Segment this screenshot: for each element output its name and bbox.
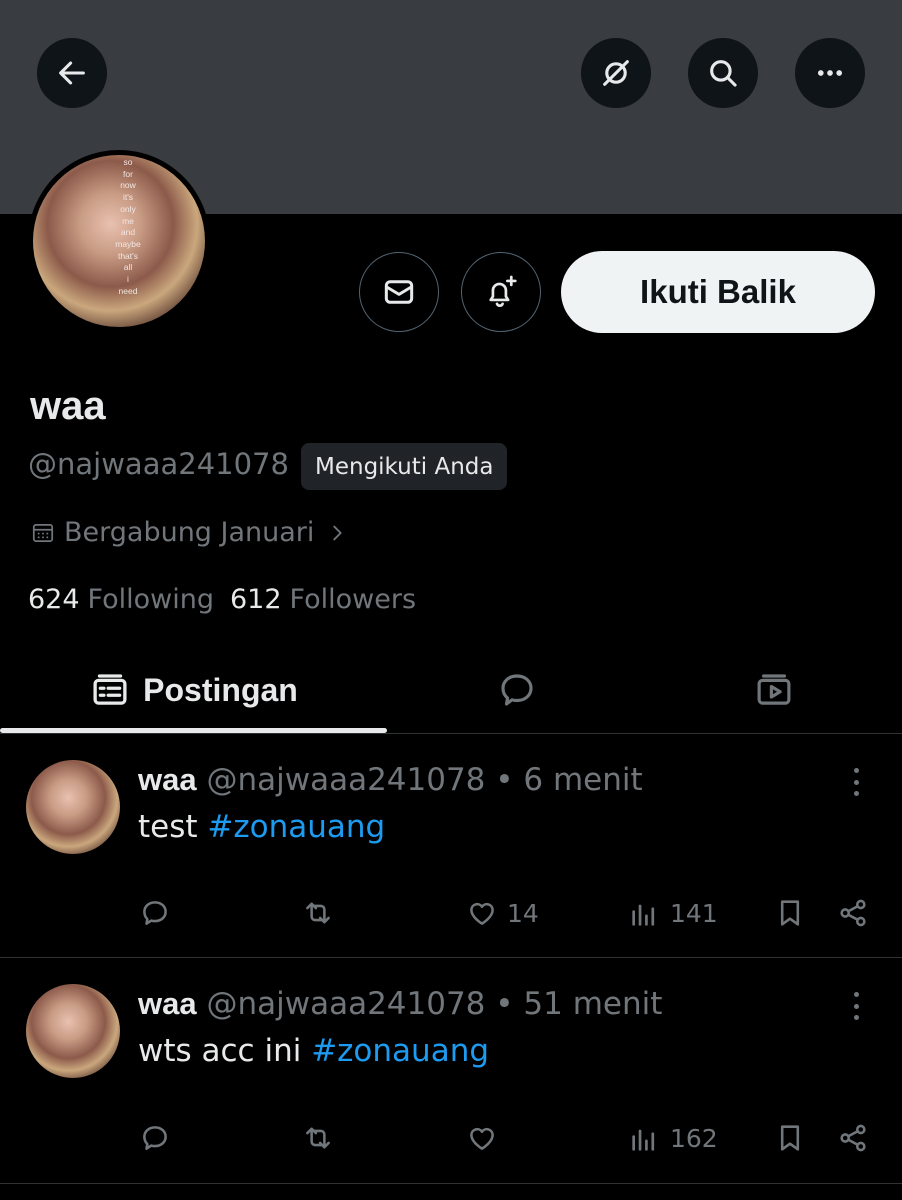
search-button[interactable] [688, 38, 758, 108]
following-count: 624 [28, 584, 80, 615]
view-count: 141 [670, 898, 718, 928]
tab-posts-label: Postingan [143, 671, 298, 708]
back-button[interactable] [37, 38, 107, 108]
avatar-caption-word: so [123, 157, 133, 167]
calendar-icon [32, 523, 54, 542]
avatar-caption-word: for [123, 168, 133, 179]
post-more-button[interactable] [846, 988, 866, 1024]
post-avatar[interactable] [26, 984, 120, 1078]
avatar-caption-word: all [123, 262, 133, 273]
repost-button[interactable] [301, 1121, 335, 1155]
reply-button[interactable] [138, 896, 172, 930]
heart-icon [470, 1127, 494, 1150]
followers-count: 612 [230, 584, 282, 615]
post-hashtag[interactable]: #zonauang [311, 1033, 489, 1069]
avatar-caption-word: me [122, 215, 134, 226]
profile-name: waa [30, 384, 106, 428]
media-icon [757, 674, 791, 705]
active-tab-indicator [0, 728, 387, 733]
avatar-caption-word: that's [117, 250, 139, 261]
post-text-content: test [138, 809, 208, 845]
profile-avatar[interactable]: so for now it's only me and maybe that's all i need [28, 150, 210, 332]
repost-icon [306, 1127, 330, 1149]
share-button[interactable] [836, 896, 870, 930]
post-meta: @najwaaa241078 • 6 menit [206, 762, 643, 798]
bookmark-icon [780, 900, 800, 926]
post-hashtag[interactable]: #zonauang [207, 809, 385, 845]
post-text-content: wts acc ini [138, 1033, 312, 1069]
avatar-caption: so for now it's only me and maybe that's all i need [105, 157, 151, 297]
post-item[interactable]: waa @najwaaa241078 • 51 menit wts acc in… [0, 958, 902, 1184]
share-button[interactable] [836, 1121, 870, 1155]
arrow-left-icon [59, 61, 85, 85]
share-icon [840, 899, 866, 927]
bell-plus-icon [489, 275, 517, 307]
post-text: test #zonauang [138, 809, 385, 845]
more-options-button[interactable] [795, 38, 865, 108]
post-text: wts acc ini #zonauang [138, 1033, 489, 1069]
post-author-name: waa [138, 986, 197, 1021]
tab-replies[interactable] [387, 648, 646, 732]
reply-icon [143, 1126, 167, 1150]
repost-icon [306, 902, 330, 924]
replies-icon [500, 674, 533, 706]
like-count: 14 [507, 898, 539, 928]
avatar-image: so for now it's only me and maybe that's all i need [33, 155, 205, 327]
post-author-name: waa [138, 762, 197, 797]
search-icon [710, 60, 737, 87]
views-icon [632, 904, 655, 926]
share-icon [840, 1124, 866, 1152]
joined-date[interactable]: Bergabung Januari [30, 517, 348, 548]
following-label: Following [87, 584, 214, 615]
tab-posts[interactable]: Postingan [0, 648, 387, 732]
avatar-caption-word: it's [122, 192, 134, 203]
bookmark-icon [780, 1125, 800, 1151]
reply-icon [143, 901, 167, 925]
followers-link[interactable]: 612 Followers [230, 584, 416, 615]
notify-button[interactable] [461, 252, 541, 332]
post-meta: @najwaaa241078 • 51 menit [206, 986, 663, 1022]
bookmark-button[interactable] [773, 1121, 807, 1155]
grok-icon [603, 60, 629, 86]
repost-button[interactable] [301, 896, 335, 930]
avatar-caption-word: only [120, 203, 136, 214]
like-button[interactable] [465, 1121, 507, 1155]
follow-back-button[interactable]: Ikuti Balik [561, 251, 875, 333]
avatar-caption-word: maybe [115, 238, 141, 249]
tab-media[interactable] [646, 648, 902, 732]
more-horizontal-icon [817, 70, 843, 76]
grok-button[interactable] [581, 38, 651, 108]
following-link[interactable]: 624 Following [28, 584, 214, 615]
views-button[interactable]: 162 [628, 1121, 718, 1155]
joined-label: Bergabung Januari [64, 517, 315, 548]
followers-label: Followers [289, 584, 417, 615]
posts-icon [93, 674, 127, 705]
views-button[interactable]: 141 [628, 896, 718, 930]
views-icon [632, 1129, 655, 1151]
post-item[interactable]: waa @najwaaa241078 • 6 menit test #zonau… [0, 734, 902, 958]
profile-handle: @najwaaa241078 [28, 447, 289, 481]
post-more-button[interactable] [846, 764, 866, 800]
message-button[interactable] [359, 252, 439, 332]
avatar-caption-word: now [120, 180, 136, 191]
avatar-caption-word: need [118, 285, 138, 296]
like-button[interactable]: 14 [465, 896, 539, 930]
bookmark-button[interactable] [773, 896, 807, 930]
view-count: 162 [670, 1123, 718, 1153]
post-header: waa @najwaaa241078 • 6 menit [138, 762, 643, 798]
follows-you-badge: Mengikuti Anda [301, 443, 508, 490]
heart-icon [470, 902, 494, 925]
chevron-right-icon [333, 525, 343, 540]
follow-stats: 624 Following 612 Followers [28, 584, 416, 615]
post-avatar[interactable] [26, 760, 120, 854]
avatar-caption-word: and [120, 227, 136, 238]
reply-button[interactable] [138, 1121, 172, 1155]
envelope-icon [384, 280, 414, 304]
profile-tabs: Postingan [0, 648, 902, 734]
post-header: waa @najwaaa241078 • 51 menit [138, 986, 662, 1022]
avatar-caption-word: i [127, 274, 129, 285]
